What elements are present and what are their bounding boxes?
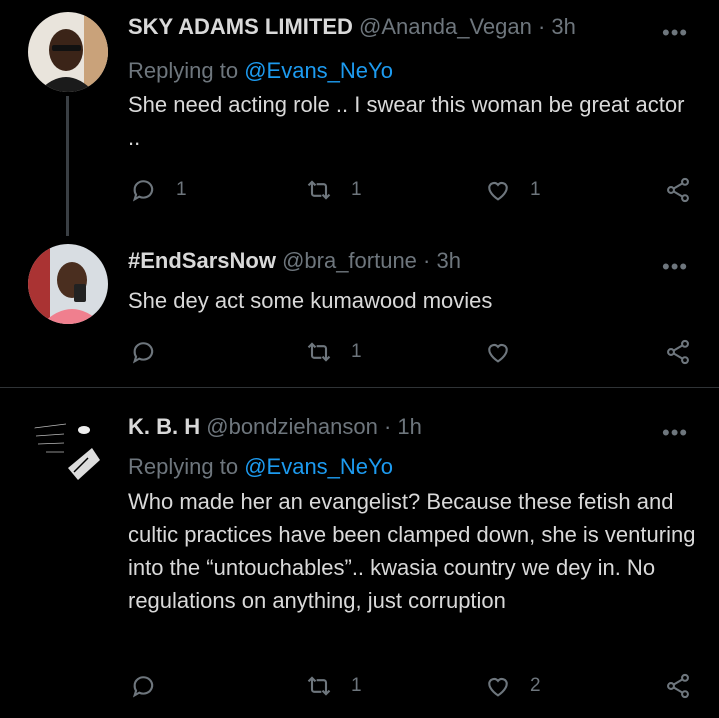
share-button[interactable] [664,670,692,702]
display-name[interactable]: SKY ADAMS LIMITED [128,14,353,39]
replying-to: Replying to @Evans_NeYo [128,454,393,480]
share-icon [667,177,689,203]
handle[interactable]: @bondziehanson [206,414,378,439]
like-count: 1 [530,179,541,200]
like-count: 2 [530,675,541,696]
display-name[interactable]: K. B. H [128,414,200,439]
like-icon [488,343,508,363]
avatar[interactable] [28,244,108,324]
handle[interactable]: @Ananda_Vegan [359,14,532,39]
reply-count: 1 [176,179,187,200]
reply-button[interactable] [130,670,176,702]
replying-label: Replying to [128,58,239,83]
action-bar: 1 2 [0,670,719,702]
reply-icon [132,180,154,202]
retweet-count: 1 [351,675,362,696]
timestamp[interactable]: · 3h [538,14,576,39]
reply-button[interactable]: 1 [130,174,187,206]
avatar[interactable] [28,410,108,490]
timestamp[interactable]: · 3h [423,248,461,273]
display-name[interactable]: #EndSarsNow [128,248,276,273]
handle[interactable]: @bra_fortune [282,248,417,273]
replying-to: Replying to @Evans_NeYo [128,58,393,84]
retweet-icon [307,342,331,362]
more-options-icon[interactable]: ••• [662,22,692,48]
retweet-icon [307,676,331,696]
like-button[interactable]: 2 [484,670,541,702]
replying-label: Replying to [128,454,239,479]
tweet-header: #EndSarsNow @bra_fortune · 3h [128,248,461,274]
retweet-button[interactable]: 1 [305,336,362,368]
share-icon [667,673,689,699]
tweet-text: She dey act some kumawood movies [128,288,493,313]
more-options-icon[interactable]: ••• [662,256,692,282]
thread-line [66,96,69,236]
mention-link[interactable]: @Evans_NeYo [244,58,393,83]
retweet-button[interactable]: 1 [305,670,362,702]
action-bar: 1 1 1 [0,174,719,206]
tweet-text: She need acting role .. I swear this wom… [128,92,685,150]
retweet-count: 1 [351,341,362,362]
tweet-text: Who made her an evangelist? Because thes… [128,489,696,613]
like-button[interactable] [484,336,530,368]
retweet-button[interactable]: 1 [305,174,362,206]
tweet-header: K. B. H @bondziehanson · 1h [128,414,422,440]
reply-button[interactable] [130,336,176,368]
tweet-header: SKY ADAMS LIMITED @Ananda_Vegan · 3h [128,14,576,40]
avatar[interactable] [28,12,108,92]
timestamp[interactable]: · 1h [384,414,422,439]
share-icon [667,339,689,365]
like-button[interactable]: 1 [484,174,541,206]
retweet-icon [307,180,331,200]
like-icon [488,181,508,201]
more-options-icon[interactable]: ••• [662,422,692,448]
like-icon [488,677,508,697]
retweet-count: 1 [351,179,362,200]
share-button[interactable] [664,174,692,206]
action-bar: 1 [0,336,719,368]
reply-icon [132,676,154,698]
share-button[interactable] [664,336,692,368]
divider [0,387,719,388]
mention-link[interactable]: @Evans_NeYo [244,454,393,479]
reply-icon [132,342,154,364]
